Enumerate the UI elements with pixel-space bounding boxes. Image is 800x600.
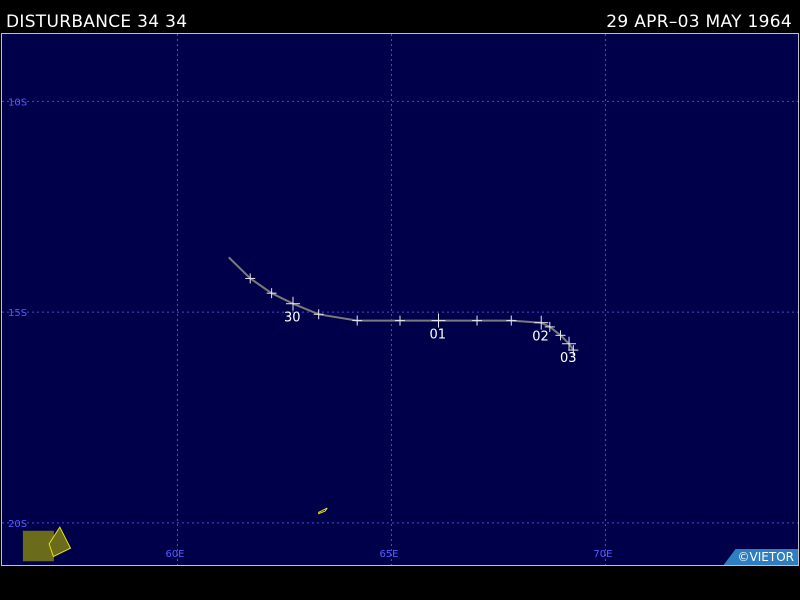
lat-label: 20S	[8, 519, 27, 530]
fix-marker	[506, 315, 517, 326]
daily-fix-marker	[534, 315, 549, 330]
fix-marker	[395, 315, 405, 326]
fix-layer: 30 01 02 03	[245, 273, 579, 366]
date-label: 30	[284, 311, 301, 326]
grid-layer: 10S 15S 20S 60E 65E 70E	[2, 34, 798, 565]
storm-track	[228, 256, 575, 351]
date-label: 01	[430, 328, 447, 343]
date-range: 29 APR–03 MAY 1964	[606, 12, 792, 32]
date-label: 03	[560, 351, 577, 366]
lat-label: 15S	[8, 308, 27, 319]
lat-label: 10S	[8, 97, 27, 108]
lon-label: 65E	[379, 549, 398, 560]
daily-fix-marker	[431, 313, 446, 328]
track-layer	[228, 256, 575, 351]
lon-label: 70E	[593, 549, 612, 560]
credit-label: ©VIETOR	[723, 549, 798, 565]
date-label: 02	[532, 330, 549, 345]
island-reunion	[22, 530, 54, 562]
daily-fix-marker	[286, 296, 301, 311]
fix-marker	[313, 309, 324, 320]
island-rodrigues	[318, 507, 328, 515]
storm-title: DISTURBANCE 34 34	[6, 12, 188, 32]
track-map: 10S 15S 20S 60E 65E 70E 30 01 02 03 ©VIETOR	[1, 33, 799, 566]
map-canvas: 10S 15S 20S 60E 65E 70E 30 01 02 03	[2, 34, 798, 565]
fix-marker	[352, 315, 363, 326]
lon-label: 60E	[165, 549, 184, 560]
fix-marker	[472, 315, 483, 326]
